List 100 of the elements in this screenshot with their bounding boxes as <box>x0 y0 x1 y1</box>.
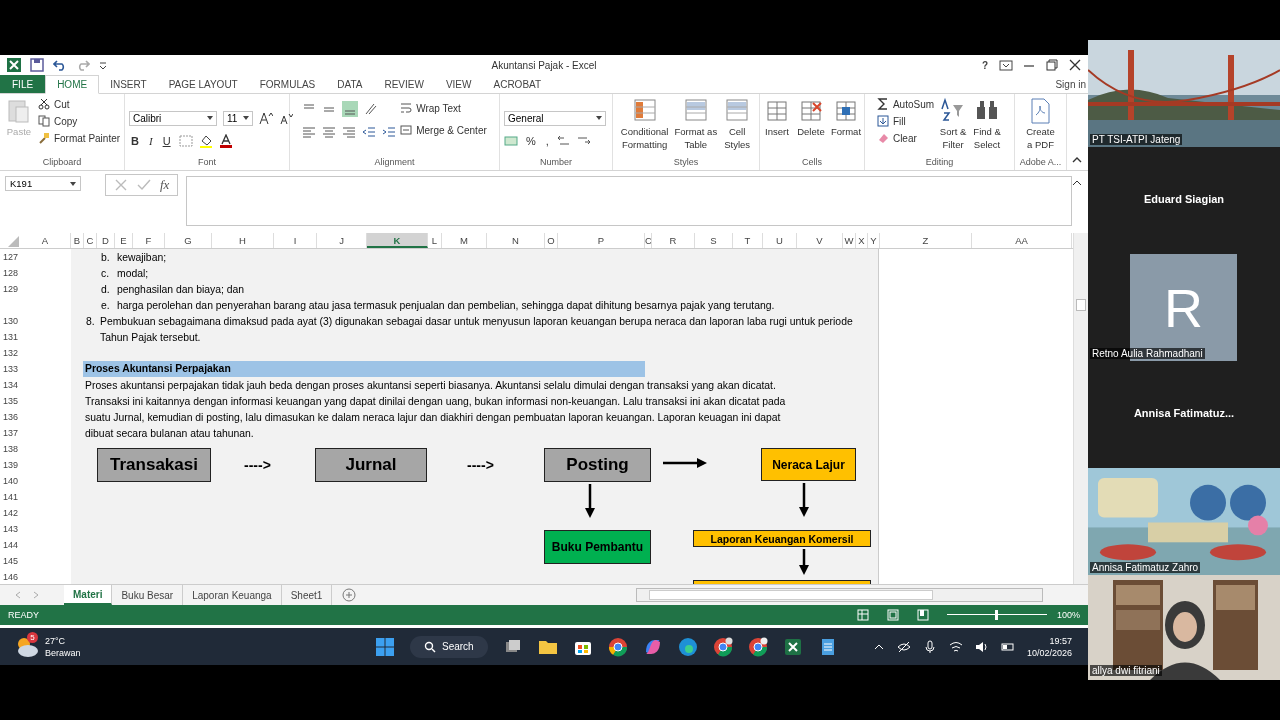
row-header[interactable]: 136 <box>0 409 20 425</box>
row-header[interactable]: 130 <box>0 313 20 329</box>
column-header[interactable]: X <box>856 233 868 248</box>
browser-icon[interactable] <box>712 636 733 657</box>
speaker-icon[interactable] <box>974 639 989 654</box>
browser-icon[interactable] <box>747 636 768 657</box>
column-header[interactable]: M <box>442 233 487 248</box>
copy-button[interactable]: Copy <box>37 114 121 128</box>
row-header[interactable]: 143 <box>0 521 20 537</box>
styles-button[interactable]: Conditional Formatting <box>619 97 670 151</box>
formula-field[interactable] <box>186 176 1073 226</box>
column-header[interactable]: C <box>645 233 652 248</box>
row-header[interactable]: 131 <box>0 329 20 345</box>
ribbon-tab[interactable]: VIEW <box>434 75 483 93</box>
editing-button[interactable]: Find & Select <box>972 97 1003 151</box>
column-header[interactable]: K <box>367 233 428 248</box>
column-header[interactable]: G <box>165 233 212 248</box>
column-header[interactable]: O <box>545 233 558 248</box>
format-painter-button[interactable]: Format Painter <box>37 131 121 145</box>
row-header[interactable]: 128 <box>0 265 20 281</box>
ribbon-tab[interactable]: PAGE LAYOUT <box>157 75 249 93</box>
ribbon-tab[interactable]: HOME <box>45 75 100 94</box>
row-header[interactable]: 144 <box>0 537 20 553</box>
collapse-ribbon-icon[interactable] <box>1072 155 1082 165</box>
page-layout-icon[interactable] <box>886 609 899 621</box>
row-header[interactable]: 141 <box>0 489 20 505</box>
insert-function-button[interactable]: fx <box>160 177 170 193</box>
column-header[interactable]: Z <box>880 233 972 248</box>
page-break-icon[interactable] <box>916 609 929 621</box>
row-header[interactable]: 140 <box>0 473 20 489</box>
undo-icon[interactable] <box>53 58 67 72</box>
fill-color-icon[interactable] <box>198 133 213 148</box>
column-header[interactable]: L <box>428 233 442 248</box>
column-header[interactable]: F <box>133 233 165 248</box>
row-header[interactable]: 129 <box>0 281 20 297</box>
align-bottom-icon[interactable] <box>342 101 359 117</box>
vertical-scrollbar[interactable] <box>1073 233 1088 584</box>
italic-button[interactable]: I <box>146 134 155 147</box>
font-size-field[interactable]: 11 <box>223 110 253 126</box>
start-icon[interactable] <box>375 636 395 657</box>
row-header[interactable]: 142 <box>0 505 20 521</box>
column-header[interactable]: Y <box>868 233 880 248</box>
clock-time[interactable]: 19:57 <box>1049 634 1072 647</box>
sign-in-link[interactable]: Sign in <box>1053 75 1088 93</box>
sheet-tab[interactable]: Materi <box>64 585 113 605</box>
font-name-field[interactable]: Calibri <box>129 110 217 126</box>
column-header[interactable]: P <box>558 233 645 248</box>
help-button[interactable]: ? <box>979 59 990 71</box>
cells-button[interactable]: Insert <box>761 97 792 138</box>
name-box[interactable]: K191 <box>5 176 81 191</box>
row-header[interactable]: 146 <box>0 569 20 584</box>
column-header[interactable]: S <box>695 233 733 248</box>
normal-view-icon[interactable] <box>856 609 869 621</box>
percent-button[interactable]: % <box>524 134 538 147</box>
column-header[interactable]: E <box>115 233 133 248</box>
row-header[interactable]: 135 <box>0 393 20 409</box>
create-pdf-button[interactable]: Create a PDF <box>1025 97 1056 151</box>
wrap-text-button[interactable]: Wrap Text <box>400 101 487 115</box>
horizontal-scrollbar[interactable] <box>636 588 1044 602</box>
autosum-button[interactable]: AutoSum <box>876 97 935 111</box>
clock-date[interactable]: 10/02/2026 <box>1026 646 1072 659</box>
save-icon[interactable] <box>30 58 44 72</box>
add-sheet-icon[interactable] <box>342 588 357 602</box>
underline-button[interactable]: U <box>160 134 173 147</box>
ribbon-tab[interactable]: DATA <box>326 75 374 93</box>
row-header[interactable]: 133 <box>0 361 20 377</box>
ribbon-display-icon[interactable] <box>999 58 1013 72</box>
column-header[interactable]: H <box>212 233 274 248</box>
row-header[interactable]: 145 <box>0 553 20 569</box>
column-header[interactable]: U <box>763 233 797 248</box>
orientation-icon[interactable] <box>364 102 379 116</box>
font-color-icon[interactable] <box>218 133 233 148</box>
comma-button[interactable]: , <box>543 134 551 147</box>
file-tab[interactable]: FILE <box>0 75 46 93</box>
close-icon[interactable] <box>1068 58 1082 72</box>
column-header[interactable]: I <box>274 233 317 248</box>
column-header[interactable]: D <box>97 233 115 248</box>
column-header[interactable]: AA <box>972 233 1072 248</box>
eye-slash-icon[interactable] <box>896 639 911 654</box>
ribbon-tab[interactable]: ACROBAT <box>482 75 553 93</box>
column-header[interactable]: R <box>652 233 695 248</box>
row-header[interactable]: 132 <box>0 345 20 361</box>
row-header[interactable]: 137 <box>0 425 20 441</box>
search-button[interactable]: Search <box>410 635 488 658</box>
cells-button[interactable]: Format <box>829 97 863 138</box>
row-header[interactable]: 127 <box>0 249 20 265</box>
column-header[interactable]: B <box>71 233 84 248</box>
microphone-icon[interactable] <box>922 639 937 654</box>
number-format-field[interactable]: General <box>504 110 606 126</box>
column-header[interactable]: V <box>797 233 843 248</box>
column-header[interactable]: A <box>20 233 71 248</box>
styles-button[interactable]: Cell Styles <box>722 97 753 151</box>
row-header[interactable]: 139 <box>0 457 20 473</box>
fill-button[interactable]: Fill <box>876 114 935 128</box>
customize-icon[interactable] <box>99 61 107 69</box>
cut-button[interactable]: Cut <box>37 97 121 111</box>
clear-button[interactable]: Clear <box>876 131 935 145</box>
editing-button[interactable]: Sort & Filter <box>938 97 969 151</box>
styles-button[interactable]: Format as Table <box>673 97 719 151</box>
zoom-level[interactable]: 100% <box>1056 610 1080 620</box>
